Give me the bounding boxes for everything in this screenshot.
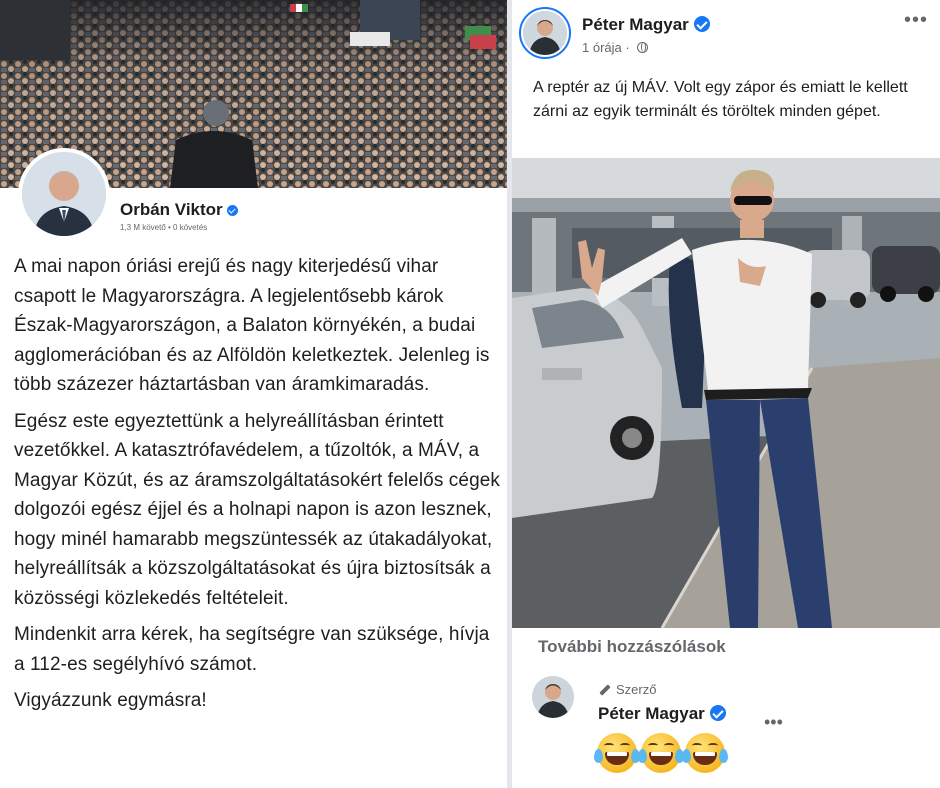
comment-more-icon[interactable]: ••• xyxy=(764,713,783,731)
comment-author-name[interactable]: Péter Magyar xyxy=(598,704,705,723)
post-paragraph: Mindenkit arra kérek, ha segítségre van … xyxy=(14,624,490,675)
post-paragraph: A mai napon óriási erejű és nagy kiterje… xyxy=(14,256,490,395)
post-time[interactable]: 1 órája · xyxy=(582,40,649,55)
timestamp[interactable]: 1 órája xyxy=(582,40,622,55)
author-name-text[interactable]: Péter Magyar xyxy=(582,15,689,34)
follower-count: 1,3 M követő • 0 követés xyxy=(120,223,208,232)
screenshot-collage: Orbán Viktor 1,3 M követő • 0 követés A … xyxy=(0,0,940,788)
comment-author[interactable]: Péter Magyar xyxy=(598,704,726,724)
more-options-icon[interactable]: ••• xyxy=(904,10,928,30)
post-body: A reptér az új MÁV. Volt egy zápor és em… xyxy=(533,79,908,120)
post-header: Péter Magyar 1 órája · ••• xyxy=(512,0,940,66)
comment-body xyxy=(594,732,728,783)
post-photo[interactable] xyxy=(512,158,940,628)
verified-icon xyxy=(226,205,238,217)
author-badge: Szerző xyxy=(599,682,656,697)
verified-icon xyxy=(709,705,726,721)
right-post: Péter Magyar 1 órája · ••• A reptér az ú… xyxy=(512,0,940,788)
profile-header: Orbán Viktor 1,3 M követő • 0 követés xyxy=(0,148,507,242)
globe-icon xyxy=(637,42,649,53)
avatar[interactable] xyxy=(18,148,110,240)
laughing-crying-emoji xyxy=(682,732,728,774)
laughing-crying-emoji xyxy=(594,732,640,774)
author-name-text[interactable]: Orbán Viktor xyxy=(120,200,223,219)
left-post: Orbán Viktor 1,3 M követő • 0 követés A … xyxy=(0,0,507,788)
author-name[interactable]: Péter Magyar xyxy=(582,15,710,35)
laughing-crying-emoji xyxy=(638,732,684,774)
author-name[interactable]: Orbán Viktor xyxy=(120,200,238,220)
more-comments-link[interactable]: További hozzászólások xyxy=(538,637,726,657)
post-paragraph: Egész este egyeztettünk a helyreállításb… xyxy=(14,410,501,609)
author-badge-label: Szerző xyxy=(616,682,657,697)
post-body: A mai napon óriási erejű és nagy kiterje… xyxy=(14,252,502,723)
avatar[interactable] xyxy=(519,7,571,59)
pencil-icon xyxy=(599,684,611,696)
comment-avatar[interactable] xyxy=(532,676,574,718)
verified-icon xyxy=(693,16,710,32)
post-paragraph: Vigyázzunk egymásra! xyxy=(14,690,207,711)
